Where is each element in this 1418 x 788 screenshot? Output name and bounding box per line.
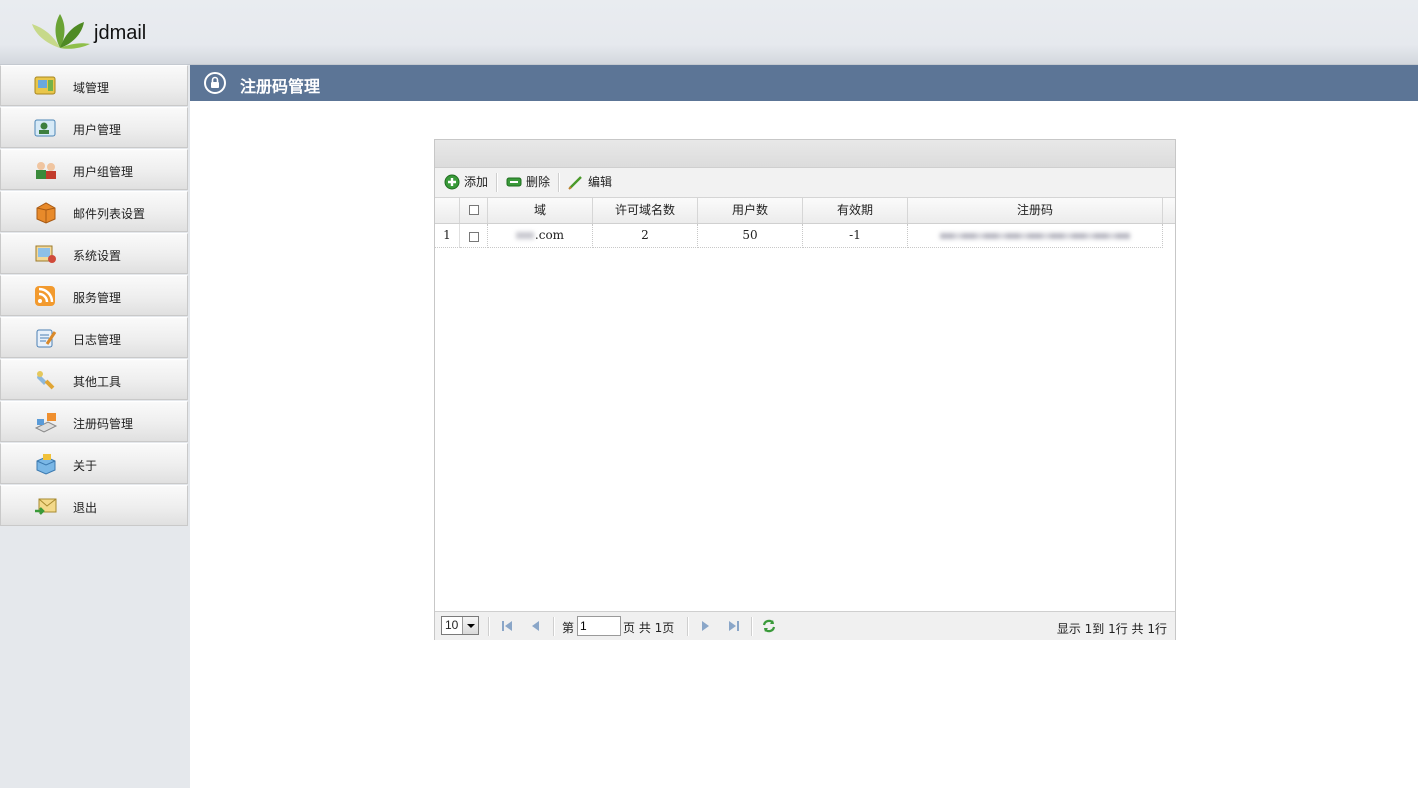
tools-icon [37,371,55,390]
table-header: 域 许可域名数 用户数 有效期 注册码 [435,198,1175,224]
sidebar-item-label: 用户组管理 [73,165,134,179]
page-title: 注册码管理 [240,77,321,96]
sidebar-item-license[interactable]: 注册码管理 [0,401,188,442]
leaf-logo-icon [32,14,90,49]
grid-caption-bar [435,140,1175,168]
redacted-text [515,232,534,239]
sidebar-item-services[interactable]: 服务管理 [0,275,188,316]
sidebar-item-label: 用户管理 [73,123,122,137]
sidebar-item-label: 关于 [73,459,98,473]
sidebar-item-label: 退出 [73,501,98,515]
sidebar-item-mailing-list[interactable]: 邮件列表设置 [0,191,188,232]
next-page-icon[interactable] [697,618,713,634]
lock-icon [204,72,226,94]
minus-icon [506,177,522,187]
pager-separator [553,617,555,636]
pager: 10 第 页 共 1页 显示 1到 1行 共 1行 [435,611,1175,640]
cell-license-domains: 2 [593,224,698,248]
logout-icon [35,498,57,515]
plus-icon [444,174,460,190]
page-size-select[interactable]: 10 [441,616,479,635]
sidebar-item-logout[interactable]: 退出 [0,485,188,526]
prev-page-icon[interactable] [528,618,544,634]
cell-domain: .com [488,224,593,248]
cell-license-code [908,224,1163,248]
about-icon [36,454,56,475]
grid-toolbar: 添加 删除 编辑 [435,168,1175,198]
column-header-domain[interactable]: 域 [488,198,593,223]
sidebar-item-label: 注册码管理 [73,417,134,431]
toolbar-separator [496,173,498,192]
system-settings-icon [35,245,56,263]
license-grid: 添加 删除 编辑 域 许可域名数 用户数 有效期 注册码 1 .com 2 50… [434,139,1176,640]
sidebar-item-system-settings[interactable]: 系统设置 [0,233,188,274]
sidebar-item-label: 系统设置 [73,249,122,263]
toolbar-separator [558,173,560,192]
column-header-license-code[interactable]: 注册码 [908,198,1163,223]
license-icon [34,413,58,433]
row-number-header [435,198,460,223]
domain-icon [34,76,56,95]
row-checkbox[interactable] [469,232,479,242]
page-title-bar: 注册码管理 [190,65,1418,101]
current-page-input[interactable] [577,616,621,636]
pencil-icon [568,176,582,190]
service-icon [35,286,55,306]
chevron-down-icon [462,617,478,634]
last-page-icon[interactable] [726,618,742,634]
edit-button[interactable]: 编辑 [568,172,614,192]
sidebar-item-label: 邮件列表设置 [73,207,146,221]
sidebar-item-tools[interactable]: 其他工具 [0,359,188,400]
select-all-checkbox[interactable] [469,205,479,215]
table-row[interactable]: 1 .com 2 50 -1 [435,224,1175,248]
column-header-license-domains[interactable]: 许可域名数 [593,198,698,223]
sidebar-item-domain[interactable]: 域管理 [0,65,188,106]
user-icon [34,119,56,137]
page-total: 页 共 1页 [623,621,675,635]
row-select-cell [460,224,488,248]
column-header-users[interactable]: 用户数 [698,198,803,223]
app-header: jdmail [0,0,1418,65]
sidebar-item-about[interactable]: 关于 [0,443,188,484]
refresh-icon[interactable] [761,618,777,634]
sidebar-item-label: 域管理 [73,81,110,95]
app-name: jdmail [94,22,147,44]
sidebar-item-user-groups[interactable]: 用户组管理 [0,149,188,190]
sidebar-item-label: 日志管理 [73,333,122,347]
page-prefix: 第 [562,621,575,635]
cell-users: 50 [698,224,803,248]
pager-separator [751,617,753,636]
pager-separator [687,617,689,636]
sidebar-item-label: 服务管理 [73,291,122,305]
mailing-list-icon [36,202,56,224]
add-button[interactable]: 添加 [444,172,490,192]
column-header-validity[interactable]: 有效期 [803,198,908,223]
group-icon [36,162,56,179]
sidebar-item-logs[interactable]: 日志管理 [0,317,188,358]
log-icon [36,329,57,348]
sidebar-item-users[interactable]: 用户管理 [0,107,188,148]
delete-button[interactable]: 删除 [506,172,552,192]
first-page-icon[interactable] [499,618,515,634]
sidebar: 域管理 用户管理 用户组管理 邮件列表设置 系统设置 服务管理 日志管理 其他工… [0,65,190,788]
redacted-license-code [940,233,1130,239]
pager-separator [488,617,490,636]
domain-suffix: .com [534,228,565,242]
pager-info: 显示 1到 1行 共 1行 [1056,622,1167,636]
row-number: 1 [435,224,460,248]
select-all-header [460,198,488,223]
sidebar-item-label: 其他工具 [73,375,122,389]
cell-validity: -1 [803,224,908,248]
